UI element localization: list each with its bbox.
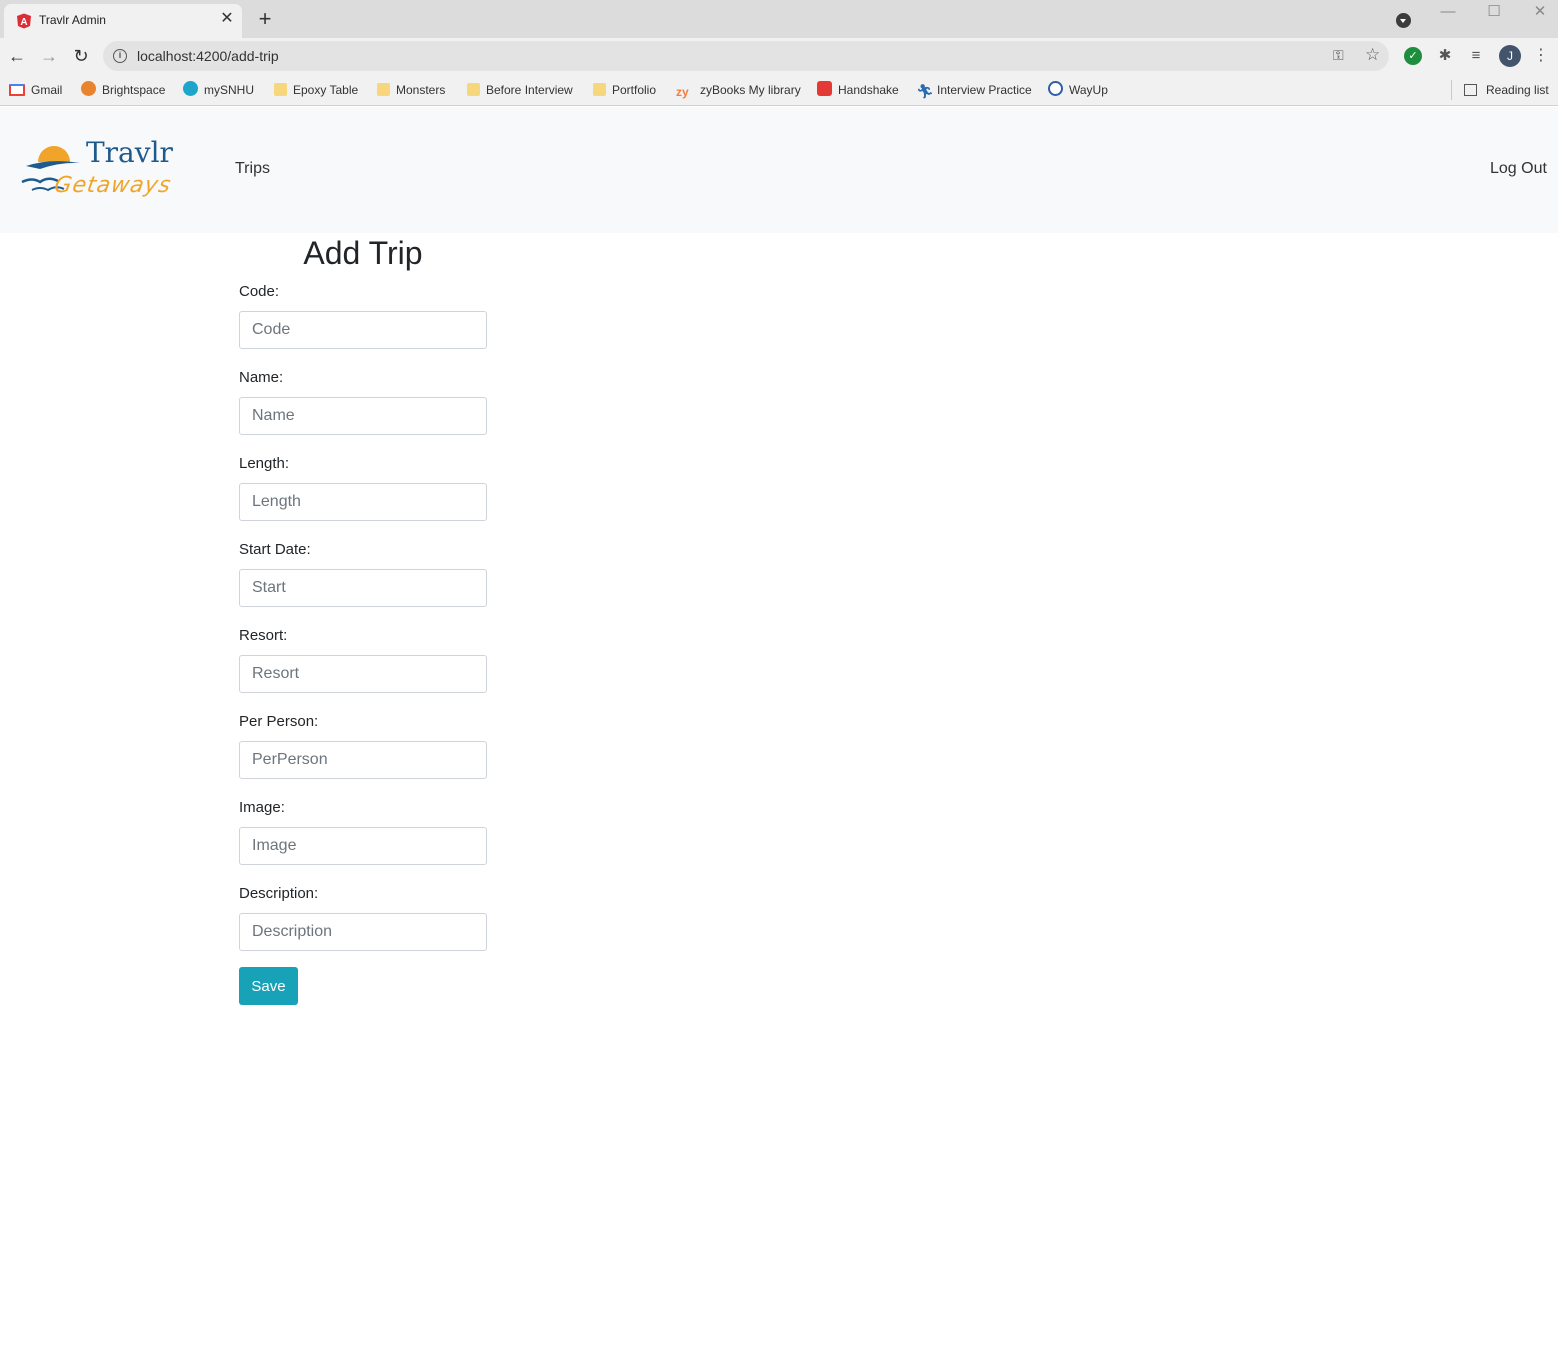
maximize-button[interactable]: ☐ [1479, 2, 1509, 22]
forward-arrow-icon[interactable]: → [39, 46, 59, 66]
bookmark-handshake[interactable]: Handshake [817, 81, 899, 99]
profile-avatar[interactable]: J [1499, 45, 1521, 67]
angular-icon: A [17, 13, 31, 29]
bookmark-zybooks[interactable]: zy zyBooks My library [676, 81, 801, 99]
resort-input[interactable] [239, 655, 487, 693]
bookmark-epoxy-table[interactable]: Epoxy Table [274, 81, 358, 99]
media-queue-icon[interactable]: ≡ [1467, 47, 1485, 65]
bookmark-brightspace[interactable]: Brightspace [81, 81, 165, 99]
folder-icon [274, 83, 287, 96]
site-info-icon[interactable]: i [113, 49, 127, 63]
description-input[interactable] [239, 913, 487, 951]
per-person-input[interactable] [239, 741, 487, 779]
browser-toolbar: ← → ↻ i localhost:4200/add-trip ⚿ ☆ ✓ ✱ … [0, 38, 1558, 74]
image-label: Image: [239, 799, 285, 816]
address-bar[interactable]: i localhost:4200/add-trip ⚿ ☆ [103, 41, 1389, 71]
interview-practice-icon: 🏃︎ [916, 83, 934, 99]
tab-search-icon[interactable] [1396, 13, 1411, 28]
bookmark-label: Portfolio [612, 83, 657, 97]
browser-menu-icon[interactable]: ⋮ [1533, 46, 1549, 66]
bookmark-mysnhu[interactable]: mySNHU [183, 81, 254, 99]
bookmark-label: zyBooks My library [700, 83, 801, 97]
brightspace-icon [81, 81, 96, 96]
back-arrow-icon[interactable]: ← [7, 46, 27, 66]
reading-list-button[interactable]: Reading list [1451, 80, 1549, 100]
code-input[interactable] [239, 311, 487, 349]
wayup-icon [1048, 81, 1063, 96]
bookmark-label: Monsters [396, 83, 446, 97]
image-input[interactable] [239, 827, 487, 865]
bookmark-gmail[interactable]: Gmail [9, 81, 62, 99]
url-text[interactable]: localhost:4200/add-trip [137, 48, 279, 64]
travlr-getaways-logo[interactable]: Travlr Getaways [20, 132, 206, 202]
save-button[interactable]: Save [239, 967, 298, 1005]
bookmark-label: Brightspace [102, 83, 166, 97]
start-date-label: Start Date: [239, 541, 311, 558]
code-label: Code: [239, 283, 280, 300]
close-window-button[interactable]: ✕ [1525, 2, 1555, 22]
folder-icon [467, 83, 480, 96]
name-input[interactable] [239, 397, 487, 435]
bookmark-label: Gmail [31, 83, 63, 97]
name-label: Name: [239, 369, 284, 386]
bookmark-interview-practice[interactable]: 🏃︎ Interview Practice [916, 81, 1032, 99]
reading-list-icon [1464, 84, 1477, 96]
mysnhu-icon [183, 81, 198, 96]
bookmark-label: mySNHU [204, 83, 254, 97]
nav-logout-link[interactable]: Log Out [1490, 160, 1547, 178]
zybooks-icon: zy [676, 85, 689, 99]
bookmark-monsters[interactable]: Monsters [377, 81, 445, 99]
length-label: Length: [239, 455, 290, 472]
new-tab-button[interactable]: + [254, 8, 276, 30]
start-date-input[interactable] [239, 569, 487, 607]
resort-label: Resort: [239, 627, 288, 644]
bookmark-wayup[interactable]: WayUp [1048, 81, 1108, 99]
per-person-label: Per Person: [239, 713, 319, 730]
reload-icon[interactable]: ↻ [71, 46, 91, 66]
close-tab-icon[interactable]: ✕ [218, 10, 236, 28]
browser-tab[interactable]: A Travlr Admin ✕ [4, 4, 242, 38]
folder-icon [377, 83, 390, 96]
bookmark-before-interview[interactable]: Before Interview [467, 81, 573, 99]
password-key-icon[interactable]: ⚿ [1333, 47, 1344, 64]
page-title: Add Trip [303, 235, 423, 271]
reading-list-label: Reading list [1486, 83, 1549, 97]
length-input[interactable] [239, 483, 487, 521]
svg-text:Travlr: Travlr [86, 136, 174, 169]
svg-text:A: A [20, 17, 27, 28]
bookmark-portfolio[interactable]: Portfolio [593, 81, 656, 99]
extensions-puzzle-icon[interactable]: ✱ [1436, 47, 1454, 65]
gmail-icon [9, 84, 25, 96]
minimize-button[interactable]: — [1433, 2, 1463, 22]
svg-text:Getaways: Getaways [52, 172, 173, 198]
bookmarks-bar: Gmail Brightspace mySNHU Epoxy Table Mon… [0, 74, 1558, 106]
handshake-icon [817, 81, 832, 96]
nav-trips-link[interactable]: Trips [235, 160, 270, 178]
browser-tab-strip: A Travlr Admin ✕ + — ☐ ✕ [0, 0, 1558, 38]
bookmark-star-icon[interactable]: ☆ [1365, 45, 1380, 65]
bookmark-label: WayUp [1069, 83, 1108, 97]
bookmark-label: Epoxy Table [293, 83, 359, 97]
folder-icon [593, 83, 606, 96]
bookmark-label: Before Interview [486, 83, 573, 97]
bookmark-label: Interview Practice [937, 83, 1032, 97]
app-navbar: Travlr Getaways Trips Log Out [0, 107, 1558, 233]
description-label: Description: [239, 885, 319, 902]
tab-title: Travlr Admin [39, 13, 106, 27]
extension-check-icon[interactable]: ✓ [1404, 47, 1422, 65]
bookmark-label: Handshake [838, 83, 899, 97]
